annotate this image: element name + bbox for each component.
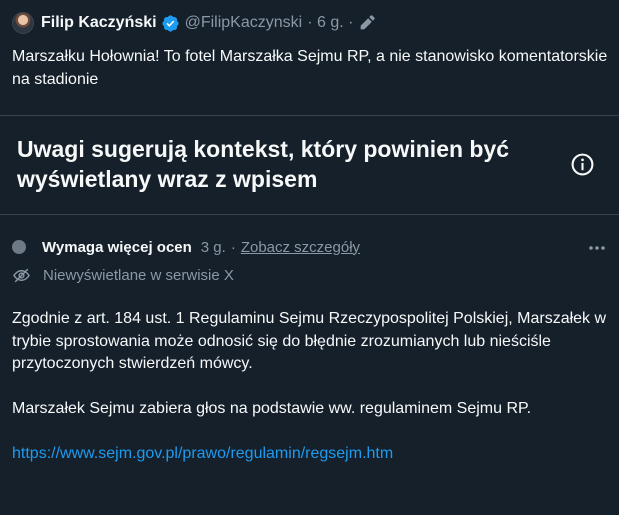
- meta-separator: ·: [230, 238, 236, 256]
- tweet-header: Filip Kaczyński @FilipKaczynski · 6 g. ·: [12, 11, 607, 35]
- note-meta: Wymaga więcej ocen 3 g. · Zobacz szczegó…: [12, 236, 607, 258]
- edit-icon[interactable]: [357, 14, 376, 33]
- note-status: Wymaga więcej ocen: [42, 238, 192, 256]
- note-paragraph: Marszałek Sejmu zabiera głos na podstawi…: [12, 400, 532, 417]
- divider: [0, 214, 619, 215]
- author-handle[interactable]: @FilipKaczynski: [185, 14, 303, 32]
- tweet-text: Marszałku Hołownia! To fotel Marszałka S…: [12, 48, 608, 88]
- source-link[interactable]: https://www.sejm.gov.pl/prawo/regulamin/…: [12, 445, 393, 462]
- eye-off-icon: [13, 268, 30, 282]
- note-age: 3 g.: [200, 238, 226, 256]
- verified-badge-icon: [161, 14, 179, 32]
- note-paragraph: Zgodnie z art. 184 ust. 1 Regulaminu Sej…: [12, 310, 607, 372]
- author-name[interactable]: Filip Kaczyński: [41, 14, 157, 32]
- info-icon[interactable]: [570, 152, 595, 177]
- divider: [0, 115, 619, 116]
- see-details-link[interactable]: Zobacz szczegóły: [241, 239, 360, 256]
- community-note-heading: Uwagi sugerują kontekst, który powinien …: [17, 136, 510, 192]
- visibility-status: Niewyświetlane w serwisie X: [12, 264, 234, 286]
- note-body: Zgodnie z art. 184 ust. 1 Regulaminu Sej…: [12, 308, 612, 466]
- rating-status-icon: [12, 240, 26, 254]
- visibility-label: Niewyświetlane w serwisie X: [43, 266, 234, 284]
- avatar[interactable]: [12, 12, 34, 34]
- tweet-timestamp[interactable]: · 6 g. ·: [307, 14, 353, 32]
- more-icon[interactable]: [587, 240, 607, 256]
